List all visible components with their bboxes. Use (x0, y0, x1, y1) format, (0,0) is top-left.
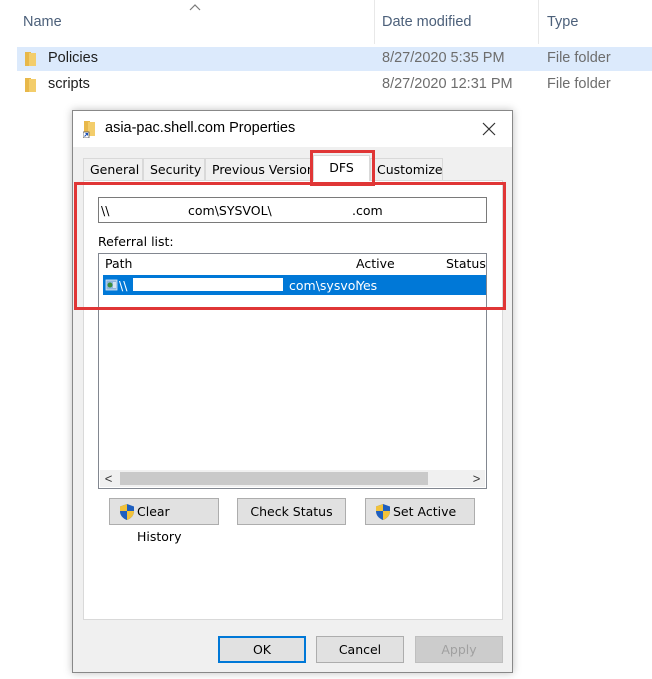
close-button[interactable] (466, 111, 512, 147)
folder-icon (25, 78, 36, 92)
file-row-policies[interactable]: Policies 8/27/2020 5:35 PM File folder (17, 47, 652, 71)
column-header-active[interactable]: Active (356, 256, 395, 271)
folder-icon (25, 52, 36, 66)
uac-shield-icon (120, 504, 134, 520)
uac-shield-icon (376, 504, 390, 520)
column-header-path[interactable]: Path (105, 256, 132, 271)
column-divider[interactable] (374, 0, 375, 44)
path-suffix: .com (352, 203, 383, 218)
column-divider[interactable] (538, 0, 539, 44)
referral-list[interactable]: Path Active Status \\ com\sysvol Yes < > (98, 253, 487, 489)
scroll-right-arrow[interactable]: > (468, 470, 485, 487)
dfs-path-field[interactable]: \\ com\SYSVOL\ .com (98, 197, 487, 223)
clear-history-label: Clear History (137, 504, 182, 544)
set-active-button[interactable]: Set Active (365, 498, 475, 525)
referral-path-suffix: com\sysvol (289, 278, 359, 293)
file-name: scripts (48, 76, 90, 92)
file-type: File folder (547, 76, 611, 92)
referral-path-prefix: \\ (119, 278, 128, 293)
path-middle: com\SYSVOL\ (188, 203, 272, 218)
file-date: 8/27/2020 5:35 PM (382, 50, 505, 66)
properties-dialog: asia-pac.shell.com Properties General Se… (72, 110, 513, 673)
check-status-button[interactable]: Check Status (237, 498, 346, 525)
ok-button[interactable]: OK (218, 636, 306, 663)
clear-history-button[interactable]: Clear History (109, 498, 219, 544)
tab-general[interactable]: General (83, 158, 143, 180)
column-header-status[interactable]: Status (446, 256, 486, 271)
tab-previous-versions[interactable]: Previous Versions (205, 158, 313, 180)
server-icon (105, 279, 118, 291)
folder-shortcut-icon (83, 121, 95, 138)
redacted-hostname (133, 278, 283, 291)
file-name: Policies (48, 50, 98, 66)
column-header-date-modified[interactable]: Date modified (382, 14, 471, 30)
referral-active: Yes (357, 278, 378, 293)
scroll-left-arrow[interactable]: < (100, 470, 117, 487)
sort-ascending-icon (189, 4, 201, 11)
column-header-type[interactable]: Type (547, 14, 578, 30)
file-row-scripts[interactable]: scripts 8/27/2020 12:31 PM File folder (17, 73, 652, 97)
file-date: 8/27/2020 12:31 PM (382, 76, 513, 92)
cancel-button[interactable]: Cancel (316, 636, 404, 663)
tab-security[interactable]: Security (143, 158, 205, 180)
tab-dfs[interactable]: DFS (313, 155, 370, 181)
referral-list-label: Referral list: (98, 234, 174, 249)
tab-customize[interactable]: Customize (370, 158, 443, 180)
set-active-label: Set Active (393, 504, 457, 519)
dialog-title: asia-pac.shell.com Properties (105, 120, 296, 136)
apply-button[interactable]: Apply (415, 636, 503, 663)
file-type: File folder (547, 50, 611, 66)
horizontal-scrollbar[interactable]: < > (100, 470, 485, 487)
scroll-thumb[interactable] (120, 472, 428, 485)
dialog-titlebar[interactable]: asia-pac.shell.com Properties (73, 111, 512, 147)
column-header-name[interactable]: Name (23, 14, 62, 30)
referral-row[interactable]: \\ com\sysvol Yes (103, 275, 486, 295)
close-icon (482, 122, 496, 136)
path-prefix: \\ (101, 203, 110, 218)
